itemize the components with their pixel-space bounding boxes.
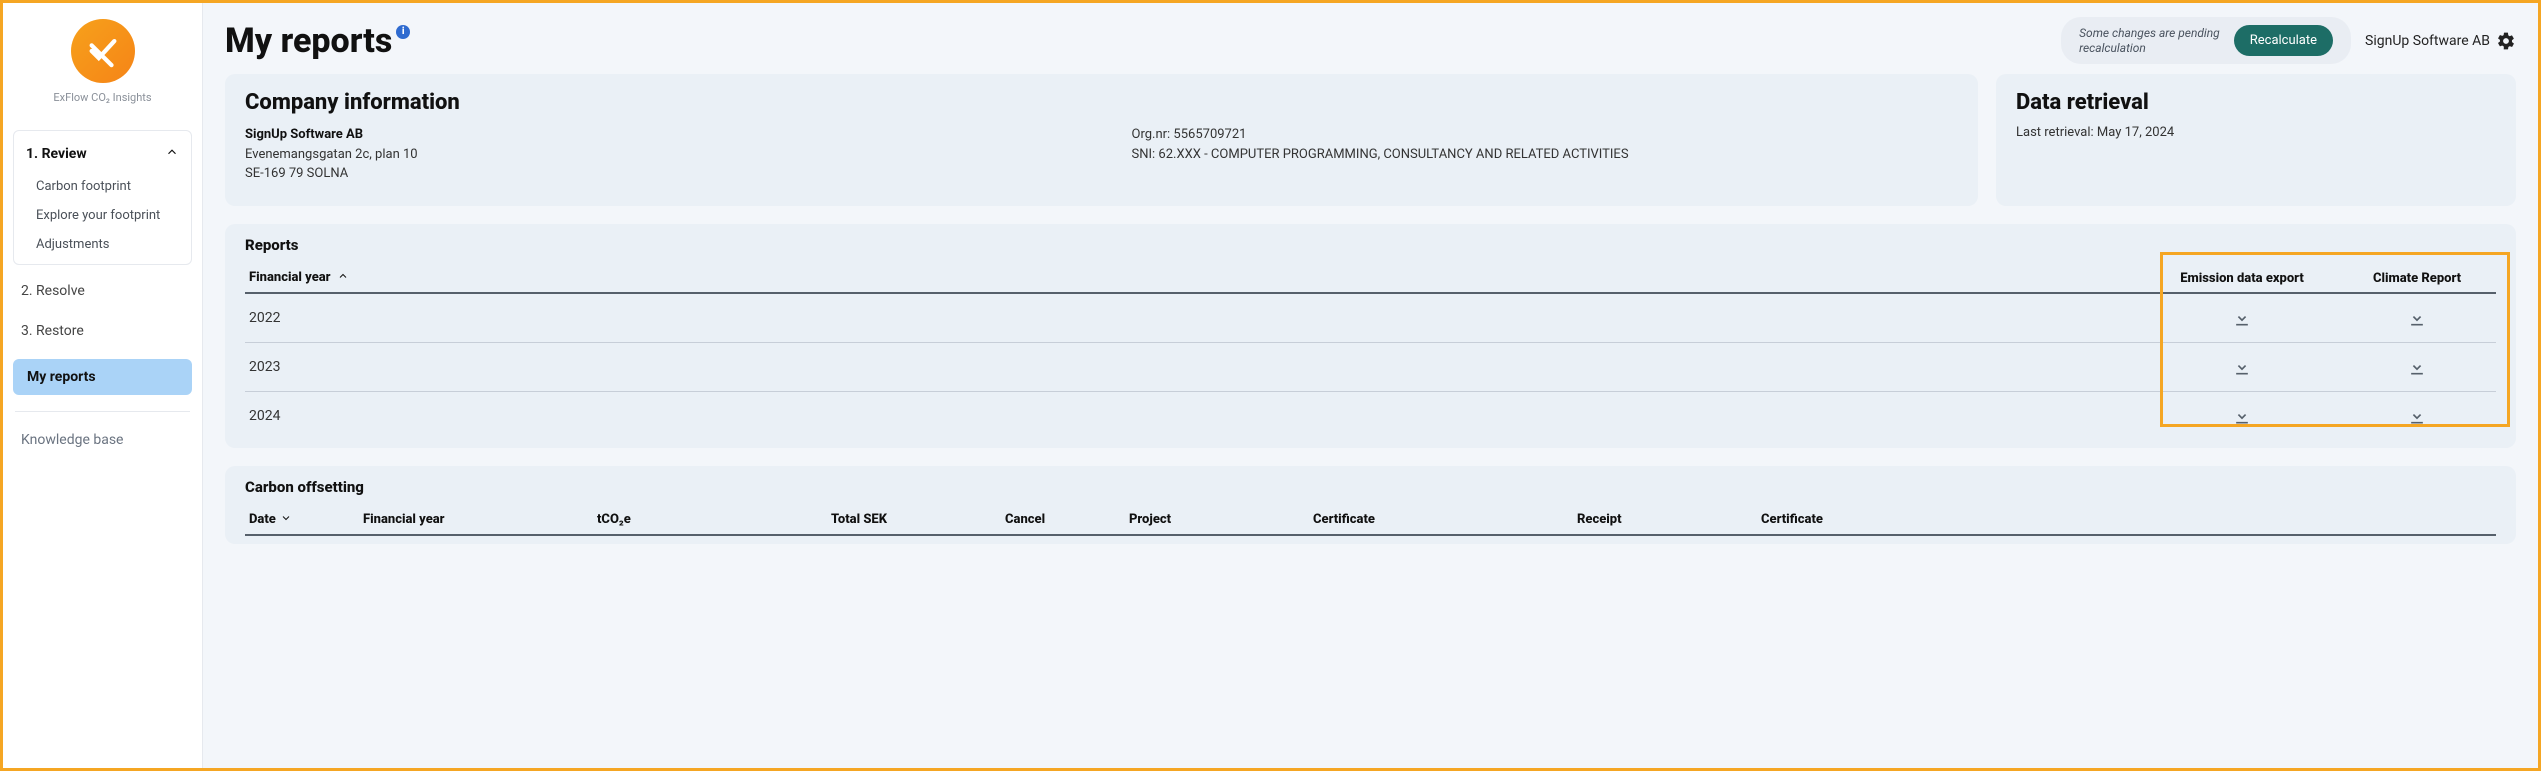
col-header-tco2e[interactable]: tCO₂e xyxy=(597,512,827,527)
chevron-up-icon xyxy=(337,270,349,286)
sidebar-item-carbon-footprint[interactable]: Carbon footprint xyxy=(14,173,191,202)
pending-pill: Some changes are pending recalculation R… xyxy=(2061,17,2351,64)
col-header-project[interactable]: Project xyxy=(1129,512,1309,527)
table-row: 2022 xyxy=(245,294,2496,343)
main: My reports i Some changes are pending re… xyxy=(203,3,2538,768)
col-header-financial-year[interactable]: Financial year xyxy=(249,270,2142,286)
logo-icon xyxy=(71,19,135,83)
data-retrieval-card: Data retrieval Last retrieval: May 17, 2… xyxy=(1996,74,2516,206)
pending-text: Some changes are pending recalculation xyxy=(2079,26,2220,55)
company-street: Evenemangsgatan 2c, plan 10 xyxy=(245,145,1072,165)
section-title: Carbon offsetting xyxy=(245,478,2496,496)
download-climate-button[interactable] xyxy=(2403,353,2431,381)
year-cell: 2024 xyxy=(249,408,2142,424)
offsetting-section: Carbon offsetting Date Financial year tC… xyxy=(225,466,2516,544)
nav-group-review: 1. Review Carbon footprint Explore your … xyxy=(13,130,192,265)
col-header-emission-export[interactable]: Emission data export xyxy=(2142,271,2342,286)
year-cell: 2022 xyxy=(249,310,2142,326)
card-title: Data retrieval xyxy=(2016,90,2496,115)
col-header-certificate[interactable]: Certificate xyxy=(1761,512,2492,527)
sidebar: ExFlow CO₂ Insights 1. Review Carbon foo… xyxy=(3,3,203,768)
col-header-date[interactable]: Date xyxy=(249,512,359,528)
col-header-total-sek[interactable]: Total SEK xyxy=(831,512,1001,527)
info-icon[interactable]: i xyxy=(396,25,410,39)
col-header-climate-report[interactable]: Climate Report xyxy=(2342,271,2492,286)
year-cell: 2023 xyxy=(249,359,2142,375)
reports-section: Reports Financial year Emission data exp… xyxy=(225,224,2516,448)
logo-subtext: ExFlow CO₂ Insights xyxy=(53,91,151,104)
last-retrieval: Last retrieval: May 17, 2024 xyxy=(2016,125,2496,140)
recalculate-button[interactable]: Recalculate xyxy=(2234,25,2333,56)
nav-group-header-review[interactable]: 1. Review xyxy=(14,135,191,173)
page-title: My reports i xyxy=(225,21,410,61)
topbar: My reports i Some changes are pending re… xyxy=(225,13,2516,74)
col-header-cancel[interactable]: Cancel xyxy=(1005,512,1125,527)
sidebar-item-resolve[interactable]: 2. Resolve xyxy=(3,271,202,311)
company-selector[interactable]: SignUp Software AB xyxy=(2365,31,2516,51)
company-orgnr: Org.nr: 5565709721 xyxy=(1132,125,1959,145)
sidebar-item-my-reports[interactable]: My reports xyxy=(13,359,192,395)
table-row: 2023 xyxy=(245,343,2496,392)
card-title: Company information xyxy=(245,90,1958,115)
nav-group-title: 1. Review xyxy=(26,146,87,162)
col-header-certificate[interactable]: Certificate xyxy=(1313,512,1573,527)
section-title: Reports xyxy=(245,236,2496,254)
company-name: SignUp Software AB xyxy=(245,125,1072,145)
download-climate-button[interactable] xyxy=(2403,304,2431,332)
table-row: 2024 xyxy=(245,392,2496,440)
download-emission-button[interactable] xyxy=(2228,353,2256,381)
company-sni: SNI: 62.XXX - COMPUTER PROGRAMMING, CONS… xyxy=(1132,145,1959,165)
sidebar-item-restore[interactable]: 3. Restore xyxy=(3,311,202,351)
col-header-financial-year[interactable]: Financial year xyxy=(363,512,593,527)
download-emission-button[interactable] xyxy=(2228,402,2256,430)
col-header-receipt[interactable]: Receipt xyxy=(1577,512,1757,527)
logo: ExFlow CO₂ Insights xyxy=(3,3,202,124)
sidebar-item-knowledge-base[interactable]: Knowledge base xyxy=(3,420,202,460)
download-climate-button[interactable] xyxy=(2403,402,2431,430)
chevron-down-icon xyxy=(280,512,292,528)
sidebar-item-adjustments[interactable]: Adjustments xyxy=(14,231,191,260)
company-info-card: Company information SignUp Software AB E… xyxy=(225,74,1978,206)
gear-icon[interactable] xyxy=(2496,31,2516,51)
company-city: SE-169 79 SOLNA xyxy=(245,164,1072,184)
divider xyxy=(15,411,190,412)
chevron-up-icon xyxy=(165,145,179,163)
download-emission-button[interactable] xyxy=(2228,304,2256,332)
sidebar-item-explore-footprint[interactable]: Explore your footprint xyxy=(14,202,191,231)
